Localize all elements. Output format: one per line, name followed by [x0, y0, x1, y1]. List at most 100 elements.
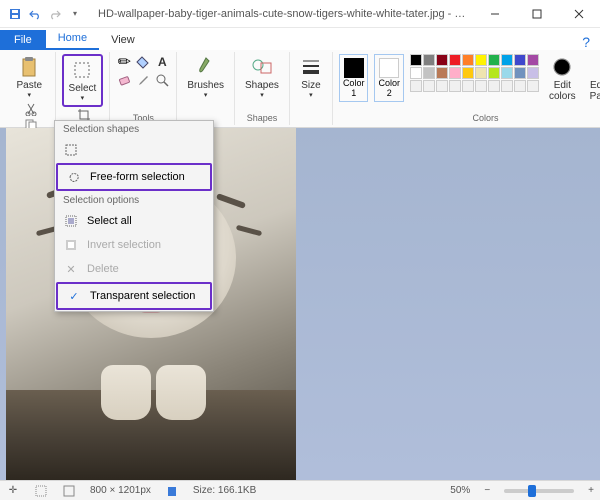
- ribbon-tabs: File Home View ?: [0, 28, 600, 50]
- tab-home[interactable]: Home: [46, 28, 99, 50]
- delete-label: Delete: [87, 263, 119, 275]
- color-palette[interactable]: [410, 54, 539, 92]
- tab-view[interactable]: View: [99, 30, 147, 50]
- shapes-button[interactable]: Shapes ▾: [241, 54, 283, 101]
- freeform-label: Free-form selection: [90, 171, 185, 183]
- ribbon-group-clipboard: Paste ▾ Clipboard: [4, 52, 56, 125]
- edit-colors-button[interactable]: Edit colors: [545, 54, 580, 104]
- cursor-pos-icon: ✛: [6, 484, 20, 498]
- minimize-button[interactable]: [474, 0, 516, 28]
- chevron-down-icon: ▾: [28, 91, 32, 99]
- brushes-button[interactable]: Brushes ▾: [183, 54, 228, 101]
- size-label: Size: [301, 80, 320, 91]
- save-icon[interactable]: [8, 7, 22, 21]
- window-controls: [474, 0, 600, 28]
- tab-file[interactable]: File: [0, 30, 46, 50]
- shapes-label: Shapes: [245, 80, 279, 91]
- undo-icon[interactable]: [28, 7, 42, 21]
- color-swatch[interactable]: [449, 80, 461, 92]
- text-icon[interactable]: A: [154, 54, 170, 70]
- dropdown-header-shapes: Selection shapes: [55, 121, 213, 138]
- paste-icon: [18, 56, 40, 78]
- status-dimensions-icon: [62, 484, 76, 498]
- size-icon: [300, 56, 322, 78]
- ribbon-group-colors: Color 1 Color 2 Edit colors Edit with Pa…: [333, 52, 600, 125]
- color-swatch[interactable]: [423, 67, 435, 79]
- transparent-label: Transparent selection: [90, 290, 195, 302]
- color-swatch[interactable]: [527, 54, 539, 66]
- status-filesize: Size: 166.1KB: [193, 485, 256, 496]
- check-icon: ✓: [66, 288, 82, 304]
- cut-icon[interactable]: [23, 101, 39, 117]
- color-swatch[interactable]: [436, 54, 448, 66]
- select-all-label: Select all: [87, 215, 132, 227]
- quick-access-toolbar: ▾: [0, 7, 90, 21]
- chevron-down-icon: ▾: [204, 91, 208, 99]
- rect-select-icon: [63, 142, 79, 158]
- ribbon-group-image: Select ▾ Image: [56, 52, 111, 125]
- zoom-out-button[interactable]: −: [484, 485, 490, 496]
- invert-icon: [63, 237, 79, 253]
- color-swatch[interactable]: [436, 67, 448, 79]
- color-swatch[interactable]: [410, 80, 422, 92]
- color-swatch[interactable]: [423, 54, 435, 66]
- menu-item-select-all[interactable]: Select all: [55, 209, 213, 233]
- color-swatch[interactable]: [514, 80, 526, 92]
- eraser-icon[interactable]: [116, 72, 132, 88]
- color-swatch[interactable]: [514, 54, 526, 66]
- window-title: HD-wallpaper-baby-tiger-animals-cute-sno…: [90, 8, 474, 20]
- menu-item-rectangular-selection[interactable]: Rectangular selection: [55, 138, 213, 162]
- color-swatch[interactable]: [449, 67, 461, 79]
- menu-item-delete: ✕ Delete: [55, 257, 213, 281]
- freeform-select-icon: [66, 169, 82, 185]
- color-swatch[interactable]: [475, 80, 487, 92]
- menu-item-freeform-selection[interactable]: Free-form selection: [58, 165, 210, 189]
- ribbon-group-shapes: Shapes ▾ Shapes: [235, 52, 290, 125]
- color-swatch[interactable]: [462, 67, 474, 79]
- maximize-button[interactable]: [516, 0, 558, 28]
- shapes-icon: [251, 56, 273, 78]
- color-swatch[interactable]: [475, 67, 487, 79]
- palette-icon: [551, 56, 573, 78]
- color1-button[interactable]: Color 1: [339, 54, 369, 102]
- paint3d-button[interactable]: Edit with Paint 3D: [586, 54, 600, 104]
- color-swatch[interactable]: [488, 54, 500, 66]
- fill-icon[interactable]: [135, 54, 151, 70]
- picker-icon[interactable]: [135, 72, 151, 88]
- color-swatch[interactable]: [436, 80, 448, 92]
- color-swatch[interactable]: [501, 54, 513, 66]
- color-swatch[interactable]: [410, 67, 422, 79]
- zoom-in-button[interactable]: +: [588, 485, 594, 496]
- size-button[interactable]: Size ▾: [296, 54, 326, 101]
- redo-icon[interactable]: [48, 7, 62, 21]
- ribbon: Paste ▾ Clipboard Select ▾ Image ✏: [0, 50, 600, 128]
- color-swatch[interactable]: [514, 67, 526, 79]
- ribbon-group-tools: ✏ A Tools: [110, 52, 177, 125]
- color-swatch[interactable]: [488, 80, 500, 92]
- color-swatch[interactable]: [423, 80, 435, 92]
- close-button[interactable]: [558, 0, 600, 28]
- paste-button[interactable]: Paste ▾: [12, 54, 46, 101]
- color-swatch[interactable]: [488, 67, 500, 79]
- color-swatch[interactable]: [462, 80, 474, 92]
- color2-button[interactable]: Color 2: [374, 54, 404, 102]
- paste-label: Paste: [16, 80, 42, 91]
- color-swatch[interactable]: [527, 67, 539, 79]
- magnifier-icon[interactable]: [154, 72, 170, 88]
- color-swatch[interactable]: [475, 54, 487, 66]
- color-swatch[interactable]: [462, 54, 474, 66]
- chevron-down-icon: ▾: [309, 91, 313, 99]
- zoom-slider[interactable]: [504, 489, 574, 493]
- color-swatch[interactable]: [501, 67, 513, 79]
- color-swatch[interactable]: [501, 80, 513, 92]
- menu-item-transparent-selection[interactable]: ✓ Transparent selection: [58, 284, 210, 308]
- color-swatch[interactable]: [449, 54, 461, 66]
- ribbon-group-brushes: Brushes ▾: [177, 52, 235, 125]
- color-swatch[interactable]: [527, 80, 539, 92]
- select-button[interactable]: Select ▾: [65, 57, 101, 104]
- pencil-icon[interactable]: ✏: [116, 54, 132, 70]
- qat-dropdown-icon[interactable]: ▾: [68, 7, 82, 21]
- help-icon[interactable]: ?: [582, 34, 590, 50]
- brush-icon: [195, 56, 217, 78]
- color-swatch[interactable]: [410, 54, 422, 66]
